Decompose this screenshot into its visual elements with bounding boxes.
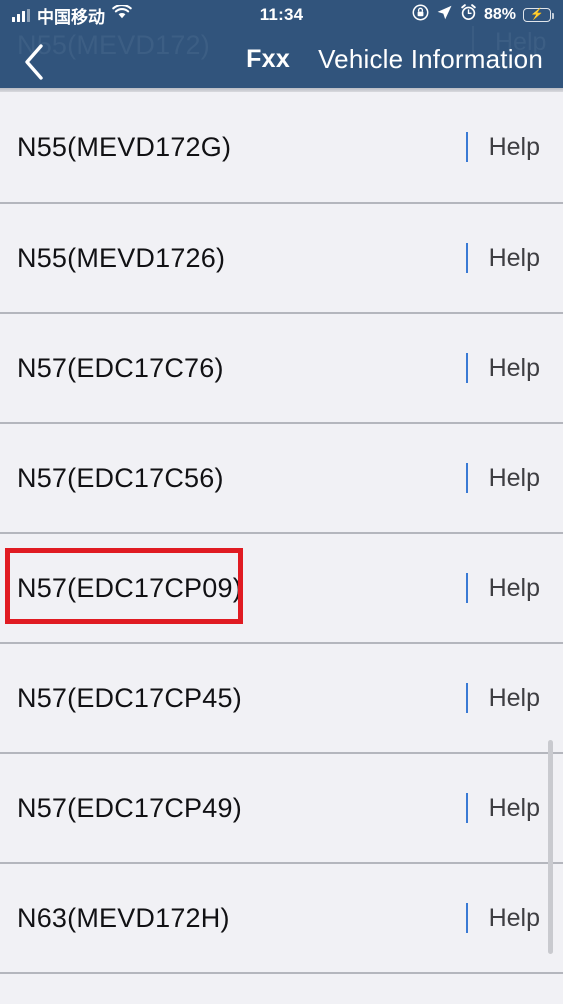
list-item-action[interactable]: Help [466, 424, 563, 532]
help-button[interactable]: Help [489, 794, 540, 823]
page-title: Vehicle Information [318, 44, 543, 75]
list-item[interactable]: N55(MEVD1726) Help [0, 202, 563, 312]
list-item-label: N57(EDC17CP09) [17, 573, 242, 604]
list-item[interactable]: N57(EDC17C56) Help [0, 422, 563, 532]
help-button[interactable]: Help [489, 354, 540, 383]
list-item-label: N57(EDC17CP45) [17, 683, 242, 714]
signal-bars-icon [12, 9, 30, 22]
list-item-label: N55(MEVD1726) [17, 243, 225, 274]
list-item-label: N57(EDC17C76) [17, 353, 224, 384]
scrollbar-thumb[interactable] [548, 740, 553, 954]
help-divider [466, 353, 468, 383]
help-divider [466, 793, 468, 823]
help-divider [466, 132, 468, 162]
help-divider [466, 573, 468, 603]
alarm-clock-icon [460, 4, 477, 26]
list-item-label: N55(MEVD172G) [17, 132, 231, 163]
nav-subtitle: Fxx [246, 45, 290, 74]
location-arrow-icon [436, 4, 453, 26]
vehicle-list: N55(MEVD172G) Help N55(MEVD1726) Help N5… [0, 92, 563, 1000]
help-button[interactable]: Help [489, 684, 540, 713]
battery-percent-label: 88% [484, 6, 516, 24]
list-item-action[interactable]: Help [466, 644, 563, 752]
list-item-action[interactable]: Help [466, 534, 563, 642]
nav-bar-shadow [0, 88, 563, 92]
list-item-action[interactable]: Help [466, 314, 563, 422]
nav-bar: N55(MEVD172) Help Fxx Vehicle Informatio… [0, 30, 563, 88]
list-item-action[interactable]: Help [466, 204, 563, 312]
help-divider [466, 683, 468, 713]
list-item[interactable]: N57(EDC17CP49) Help [0, 752, 563, 862]
help-divider [466, 903, 468, 933]
help-button[interactable]: Help [489, 244, 540, 273]
list-item-action[interactable]: Help [466, 92, 563, 202]
wifi-icon [112, 5, 132, 25]
help-button[interactable]: Help [489, 133, 540, 162]
scrollbar-track[interactable] [553, 92, 558, 1000]
carrier-label: 中国移动 [37, 3, 105, 28]
help-divider [466, 243, 468, 273]
list-item[interactable]: N55(MEVD172G) Help [0, 92, 563, 202]
list-item[interactable]: N63(MEVD172H) Help [0, 862, 563, 972]
nav-bar-titles: Fxx Vehicle Information [0, 30, 563, 88]
list-bottom-spacer [0, 972, 563, 1004]
rotation-lock-icon [412, 4, 429, 26]
list-item-label: N57(EDC17CP49) [17, 793, 242, 824]
list-item-label: N63(MEVD172H) [17, 903, 230, 934]
help-button[interactable]: Help [489, 574, 540, 603]
status-bar: 中国移动 11:34 [0, 0, 563, 30]
status-bar-left: 中国移动 [12, 3, 132, 28]
help-divider [466, 463, 468, 493]
list-item-label: N57(EDC17C56) [17, 463, 224, 494]
list-item-highlighted[interactable]: N57(EDC17CP09) Help [0, 532, 563, 642]
help-button[interactable]: Help [489, 464, 540, 493]
battery-charging-icon: ⚡ [523, 8, 551, 22]
list-item[interactable]: N57(EDC17CP45) Help [0, 642, 563, 752]
list-item[interactable]: N57(EDC17C76) Help [0, 312, 563, 422]
status-bar-right: 88% ⚡ [412, 4, 551, 26]
help-button[interactable]: Help [489, 904, 540, 933]
